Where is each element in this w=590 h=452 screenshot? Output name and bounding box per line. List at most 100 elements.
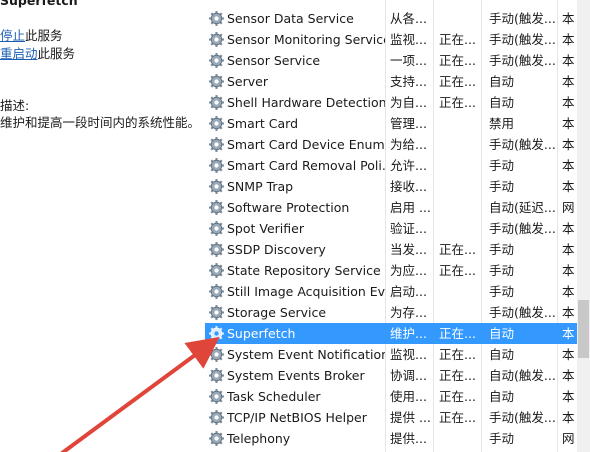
service-logon-as: 本	[562, 11, 575, 26]
table-row[interactable]: State Repository Service 为应... 正在... 手动 本	[205, 260, 577, 281]
table-row[interactable]: Shell Hardware Detection 为自... 正在... 自动 本	[205, 92, 577, 113]
service-name-cell: Task Scheduler	[205, 386, 385, 407]
gear-icon	[209, 11, 224, 26]
gear-icon	[209, 74, 224, 89]
table-row[interactable]: Software Protection 启用 ... 自动(延迟... 网	[205, 197, 577, 218]
gear-icon	[209, 305, 224, 320]
service-name: Shell Hardware Detection	[227, 95, 385, 110]
service-startup-type: 手动	[489, 284, 515, 299]
service-name: Smart Card Device Enum...	[227, 137, 385, 152]
service-startup-type: 手动	[489, 263, 515, 278]
table-row[interactable]: SNMP Trap 接收... 手动 本	[205, 176, 577, 197]
service-name-cell: Still Image Acquisition Ev...	[205, 281, 385, 302]
service-name-cell: Sensor Monitoring Service	[205, 29, 385, 50]
service-description: 当发...	[390, 242, 427, 257]
service-description: 一项...	[390, 53, 427, 68]
vertical-scrollbar[interactable]	[577, 0, 590, 452]
service-name: Storage Service	[227, 305, 327, 320]
service-description: 为自...	[390, 95, 427, 110]
gear-icon	[209, 221, 224, 236]
restart-service-suffix: 此服务	[37, 46, 76, 61]
service-description: 维护...	[390, 326, 427, 341]
service-status: 正在...	[439, 53, 476, 68]
service-startup-type: 自动	[489, 347, 515, 362]
gear-icon	[209, 179, 224, 194]
service-description: 为存...	[390, 305, 427, 320]
service-logon-as: 本	[562, 179, 575, 194]
service-logon-as: 本	[562, 368, 575, 383]
service-status	[433, 302, 481, 323]
service-description: 使用...	[390, 389, 427, 404]
service-description: 支持...	[390, 74, 427, 89]
gear-icon	[209, 347, 224, 362]
gear-icon	[209, 200, 224, 215]
table-row[interactable]: Superfetch 维护... 正在... 自动 本	[205, 323, 577, 344]
table-row[interactable]: System Events Broker 协调... 正在... 自动(触发... 本	[205, 365, 577, 386]
service-logon-as: 本	[562, 116, 575, 131]
table-row[interactable]: System Event Notification... 监视... 正在... 自动…	[205, 344, 577, 365]
gear-icon	[209, 32, 224, 47]
table-row[interactable]: Sensor Service 一项... 正在... 手动(触发... 本	[205, 50, 577, 71]
service-description: 接收...	[390, 179, 427, 194]
service-logon-as: 本	[562, 263, 575, 278]
service-description: 启用 ...	[390, 200, 431, 215]
table-row[interactable]: Sensor Data Service 从各... 手动(触发... 本	[205, 8, 577, 29]
service-status: 正在...	[439, 389, 476, 404]
scrollbar-thumb[interactable]	[578, 300, 589, 358]
service-logon-as: 本	[562, 410, 575, 425]
service-status: 正在...	[439, 410, 476, 425]
table-row[interactable]: Telephony 提供... 手动 网	[205, 428, 577, 449]
stop-service-line: 停止此服务	[0, 25, 63, 44]
service-description: 监视...	[390, 32, 427, 47]
service-logon-as: 本	[562, 95, 575, 110]
service-startup-type: 手动(触发...	[489, 305, 556, 320]
table-row[interactable]: TCP/IP NetBIOS Helper 提供 ... 正在... 手动(触发...…	[205, 407, 577, 428]
service-logon-as: 网	[562, 200, 575, 215]
gear-icon	[209, 116, 224, 131]
service-name: System Event Notification...	[227, 347, 385, 362]
service-description: 管理...	[390, 116, 427, 131]
service-name-cell: TCP/IP NetBIOS Helper	[205, 407, 385, 428]
table-row[interactable]: SSDP Discovery 当发... 正在... 手动 本	[205, 239, 577, 260]
table-row[interactable]: Spot Verifier 验证... 手动(触发... 本	[205, 218, 577, 239]
restart-service-link[interactable]: 重启动	[0, 46, 38, 61]
table-row[interactable]: Sensor Monitoring Service 监视... 正在... 手动(触发…	[205, 29, 577, 50]
service-name-cell: Spot Verifier	[205, 218, 385, 239]
service-name: Server	[227, 74, 268, 89]
service-name-cell: Sensor Service	[205, 50, 385, 71]
service-logon-as: 本	[562, 53, 575, 68]
service-startup-type: 自动	[489, 389, 515, 404]
service-name: SSDP Discovery	[227, 242, 326, 257]
service-startup-type: 手动(触发...	[489, 11, 556, 26]
service-startup-type: 自动	[489, 74, 515, 89]
service-startup-type: 自动(触发...	[489, 368, 556, 383]
service-name-cell: System Event Notification...	[205, 344, 385, 365]
service-name-cell: Smart Card Removal Poli...	[205, 155, 385, 176]
table-row[interactable]: Still Image Acquisition Ev... 启动... 手动 本	[205, 281, 577, 302]
service-status: 正在...	[439, 95, 476, 110]
service-startup-type: 手动(触发...	[489, 221, 556, 236]
service-logon-as: 本	[562, 347, 575, 362]
service-name: Software Protection	[227, 200, 350, 215]
service-startup-type: 自动(延迟...	[489, 200, 556, 215]
service-status: 正在...	[439, 263, 476, 278]
description-text: 维护和提高一段时间内的系统性能。	[0, 115, 201, 130]
service-status	[433, 134, 481, 155]
table-row[interactable]: Smart Card Device Enum... 为给... 手动(触发... 本	[205, 134, 577, 155]
stop-service-link[interactable]: 停止	[0, 28, 25, 43]
service-name: Spot Verifier	[227, 221, 304, 236]
table-row[interactable]: Smart Card 管理... 禁用 本	[205, 113, 577, 134]
service-name: Superfetch	[227, 326, 296, 341]
table-row[interactable]: Task Scheduler 使用... 正在... 自动 本	[205, 386, 577, 407]
service-description: 监视...	[390, 347, 427, 362]
service-description: 协调...	[390, 368, 427, 383]
service-name-cell: SSDP Discovery	[205, 239, 385, 260]
service-status	[433, 218, 481, 239]
gear-icon	[209, 326, 224, 341]
table-row[interactable]: Smart Card Removal Poli... 允许... 手动 本	[205, 155, 577, 176]
service-name-cell: Server	[205, 71, 385, 92]
service-logon-as: 本	[562, 32, 575, 47]
service-name-cell: Software Protection	[205, 197, 385, 218]
table-row[interactable]: Server 支持... 正在... 自动 本	[205, 71, 577, 92]
table-row[interactable]: Storage Service 为存... 手动(触发... 本	[205, 302, 577, 323]
